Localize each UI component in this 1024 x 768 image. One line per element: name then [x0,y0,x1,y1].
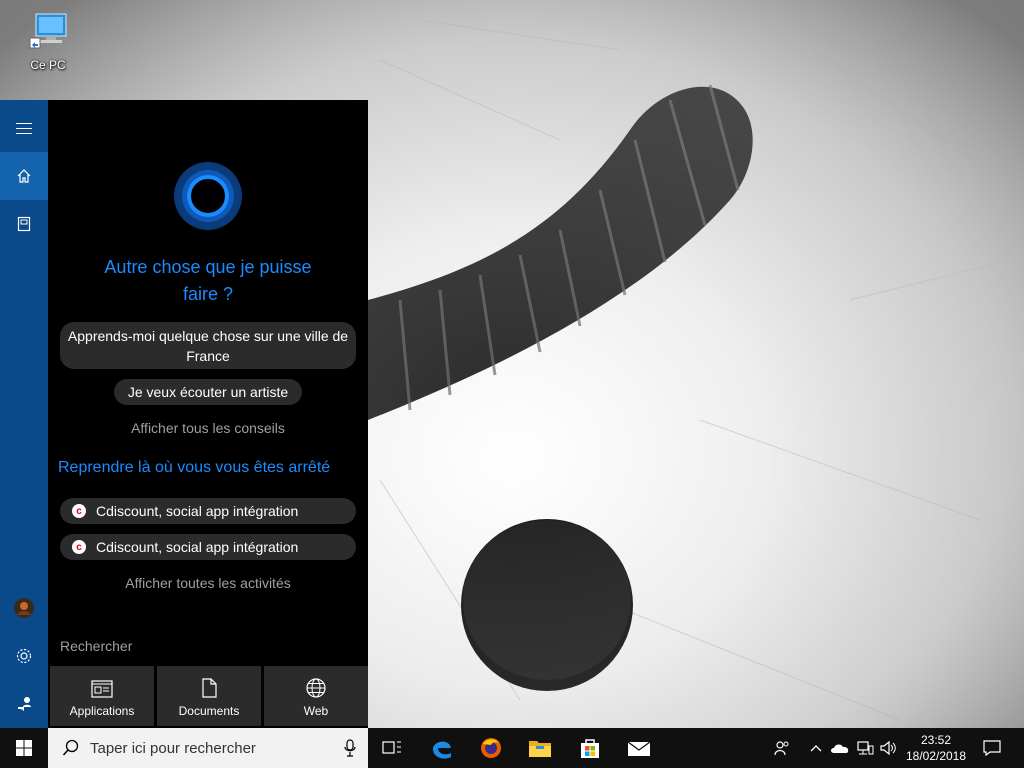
people-icon [774,741,789,756]
activity-label: Cdiscount, social app intégration [96,503,299,519]
network-icon [857,741,874,755]
settings-button[interactable] [0,632,48,680]
start-button[interactable] [0,728,48,768]
clock-time: 23:52 [920,733,952,747]
activity-item[interactable]: c Cdiscount, social app intégration [60,534,356,560]
volume-icon [880,740,896,756]
resume-section-title: Reprendre là où vous vous êtes arrêté [58,459,331,476]
action-center-icon [983,740,1001,756]
hamburger-menu-button[interactable] [0,104,48,152]
filter-applications-button[interactable]: Applications [50,666,154,726]
feedback-icon [18,697,31,711]
cdiscount-icon: c [72,504,86,518]
suggestion-artist-button[interactable]: Je veux écouter un artiste [114,379,302,405]
search-section-label: Rechercher [60,638,133,654]
action-center-button[interactable] [978,728,1006,768]
user-account-button[interactable] [0,584,48,632]
suggestion-city-button[interactable]: Apprends-moi quelque chose sur une ville… [60,322,356,369]
filter-web-button[interactable]: Web [264,666,368,726]
taskbar-search-box[interactable] [48,728,368,768]
search-filter-row: Applications Documents Web [50,666,368,728]
store-taskbar-button[interactable] [566,728,614,768]
volume-tray-button[interactable] [877,728,901,768]
cortana-panel: Autre chose que je puisse faire ? Appren… [48,100,368,728]
filter-documents-button[interactable]: Documents [157,666,261,726]
cortana-title: Autre chose que je puisse faire ? [104,257,312,304]
hamburger-icon [16,123,32,134]
firefox-taskbar-button[interactable] [467,728,515,768]
windows-icon [16,740,32,756]
show-all-activities-link[interactable]: Afficher toutes les activités [48,575,368,591]
show-all-tips-link[interactable]: Afficher tous les conseils [48,420,368,436]
notebook-icon [17,216,31,232]
document-icon [202,678,217,698]
show-hidden-icons-button[interactable] [806,728,826,768]
suggestion-label: Apprends-moi quelque chose sur une ville… [67,328,349,364]
microphone-icon[interactable] [344,739,356,757]
people-button[interactable] [768,728,796,768]
notebook-button[interactable] [0,200,48,248]
onedrive-icon [831,744,849,753]
globe-icon [306,678,326,698]
chevron-up-icon [810,745,822,752]
computer-icon [18,8,78,56]
network-tray-button[interactable] [853,728,877,768]
filter-label: Documents [178,704,240,718]
home-icon [17,169,31,183]
cortana-left-rail [0,100,48,728]
activity-item[interactable]: c Cdiscount, social app intégration [60,498,356,524]
store-icon [581,739,599,758]
taskbar-clock[interactable]: 23:52 18/02/2018 [900,732,972,764]
search-icon [62,739,79,756]
this-pc-desktop-icon[interactable]: Ce PC [18,8,78,72]
onedrive-tray-button[interactable] [828,728,852,768]
home-button[interactable] [0,152,48,200]
filter-label: Applications [69,704,135,718]
applications-icon [91,680,113,698]
cdiscount-icon: c [72,540,86,554]
activity-label: Cdiscount, social app intégration [96,539,299,555]
task-view-icon [382,741,401,754]
gear-icon [16,648,32,664]
filter-label: Web [303,704,329,718]
clock-date: 18/02/2018 [905,749,967,763]
search-input[interactable] [90,739,330,757]
feedback-button[interactable] [0,680,48,728]
mail-icon [627,741,651,756]
edge-icon [433,741,451,759]
cortana-logo-icon [174,162,242,230]
firefox-icon [481,738,501,758]
file-explorer-icon [529,741,551,757]
avatar [14,598,34,618]
taskbar: 23:52 18/02/2018 [0,728,1024,768]
task-view-button[interactable] [368,728,416,768]
edge-taskbar-button[interactable] [418,728,466,768]
desktop-icon-label: Ce PC [30,58,66,72]
file-explorer-taskbar-button[interactable] [516,728,564,768]
suggestion-label: Je veux écouter un artiste [127,384,289,400]
mail-taskbar-button[interactable] [615,728,663,768]
